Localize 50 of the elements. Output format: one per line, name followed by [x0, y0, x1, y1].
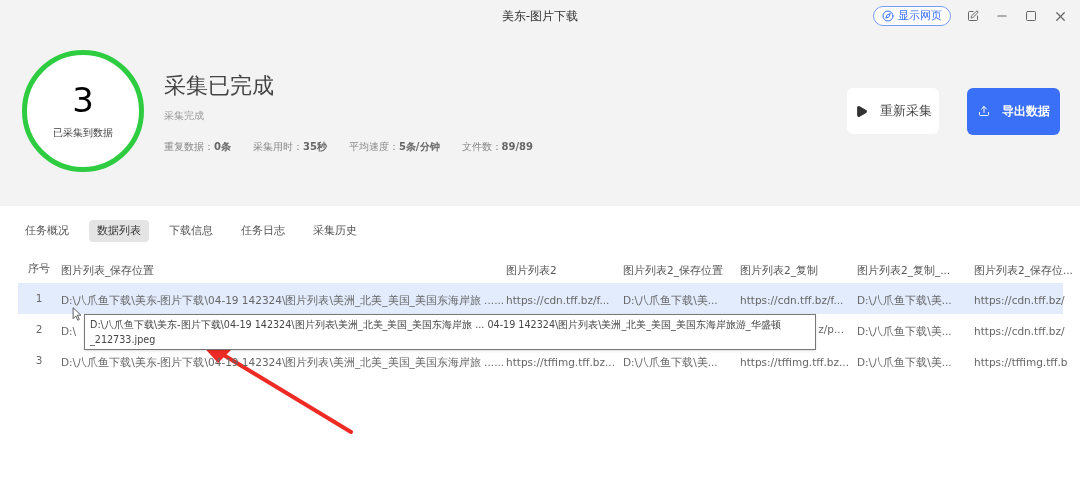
tab[interactable]: 数据列表	[89, 220, 149, 242]
table-cell: D:\八爪鱼下载\美...	[857, 293, 952, 306]
collected-count: 3	[72, 82, 94, 117]
show-page-button[interactable]: 显示网页	[873, 6, 951, 26]
table-cell: D:\八爪鱼下载\美...	[857, 355, 952, 368]
compass-icon	[882, 10, 894, 22]
column-header: 图片列表2_复制	[740, 264, 818, 276]
window-title: 美东-图片下载	[501, 8, 579, 25]
tab[interactable]: 下载信息	[161, 220, 221, 242]
column-header: 序号	[28, 261, 50, 277]
table-cell: D:\	[61, 324, 77, 337]
tab[interactable]: 任务概况	[17, 220, 77, 242]
restart-button[interactable]: 重新采集	[847, 88, 939, 134]
table-cell: https://tffimg.tff.bz...	[506, 355, 615, 368]
export-button[interactable]: 导出数据	[967, 87, 1060, 135]
tooltip: D:\八爪鱼下载\美东-图片下载\04-19 142324\图片列表\美洲_北美_美国_美国东海岸旅 ... 04-19 142324\图片列表\美洲_北美_美国_美国东海岸旅游_华盛顿_212733.jpeg	[84, 314, 816, 350]
table-cell: D:\八爪鱼下载\美...	[623, 293, 718, 306]
table-cell: https://cdn.tff.bz/	[974, 293, 1065, 306]
stat-text: 采集用时：35秒	[252, 139, 327, 154]
table-cell: https://cdn.tff.bz/f...	[506, 293, 610, 306]
maximize-icon[interactable]	[1025, 10, 1037, 22]
table-cell: https://cdn.tff.bz/f...	[740, 293, 844, 306]
table-cell: https://tffimg.tff.b	[974, 355, 1068, 368]
column-header: 图片列表2_复制_...	[857, 264, 951, 276]
column-header: 图片列表2	[506, 264, 557, 276]
table-cell: D:\八爪鱼下载\美...	[857, 324, 952, 337]
table-cell-text: 2	[35, 321, 43, 337]
table-cell-text: 1	[35, 290, 43, 306]
table-cell-text: z/p...	[818, 321, 844, 337]
table-cell: https://tffimg.tff.bz...	[740, 355, 849, 368]
table-row[interactable]: 1 D:\八爪鱼下载\美东-图片下载\04-19 142324\图片列表\美洲_北美_美国_美国东海岸旅 ...... https://cdn.tff.bz/f... D:\八爪鱼下载\美... https://cdn.tff.bz/f... D:\八爪鱼下载\美... https://cdn.tff.bz/	[18, 283, 1063, 314]
mouse-cursor-icon	[72, 307, 82, 321]
stat-text: 平均速度：5条/分钟	[348, 139, 440, 154]
column-header: 图片列表2_保存位...	[974, 264, 1073, 276]
upload-icon	[977, 105, 990, 117]
play-icon	[854, 104, 868, 118]
table-cell: D:\八爪鱼下载\美...	[623, 355, 718, 368]
table-cell: https://cdn.tff.bz/	[974, 324, 1065, 337]
collected-label: 已采集到数据	[53, 125, 113, 140]
stat-text: 重复数据：0条	[164, 139, 231, 154]
tab[interactable]: 采集历史	[305, 220, 365, 242]
table-cell-text: 3	[35, 352, 43, 368]
tab[interactable]: 任务日志	[233, 220, 293, 242]
table-cell: D:\八爪鱼下载\美东-图片下载\04-19 142324\图片列表\美洲_北美_美国_美国东海岸旅 ......	[61, 293, 505, 306]
status-subtitle: 采集完成	[164, 108, 205, 123]
column-header: 图片列表2_保存位置	[623, 264, 723, 276]
edit-icon[interactable]	[967, 10, 979, 22]
status-title: 采集已完成	[164, 71, 275, 100]
column-header: 图片列表_保存位置	[61, 264, 155, 276]
stat-text: 文件数：89/89	[461, 139, 533, 154]
